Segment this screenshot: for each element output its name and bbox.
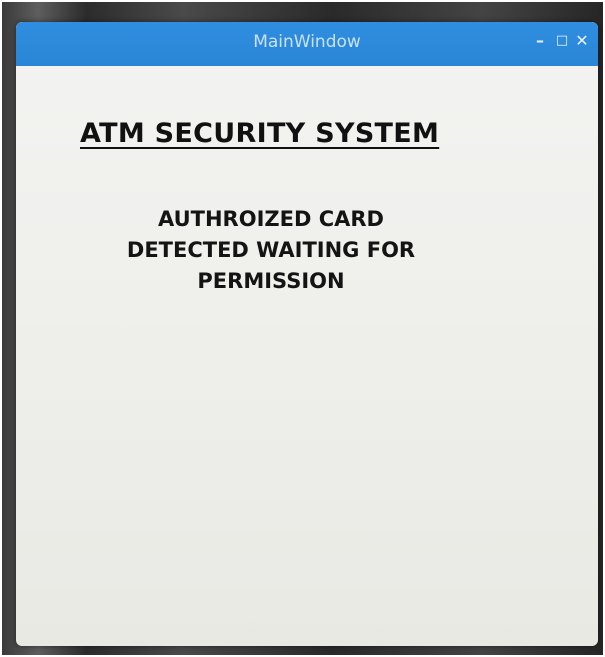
- main-window: MainWindow – □ ✕ ATM SECURITY SYSTEM AUT…: [16, 22, 598, 646]
- status-message: AUTHROIZED CARD DETECTED WAITING FOR PER…: [86, 204, 456, 297]
- close-button[interactable]: ✕: [572, 30, 592, 52]
- status-message-line-2: DETECTED WAITING FOR: [126, 238, 416, 262]
- page-title: ATM SECURITY SYSTEM: [80, 118, 440, 149]
- title-bar[interactable]: MainWindow – □ ✕: [16, 22, 598, 66]
- window-title: MainWindow: [253, 32, 361, 52]
- maximize-button[interactable]: □: [552, 30, 572, 52]
- status-message-line-3: PERMISSION: [197, 269, 345, 293]
- minimize-button[interactable]: –: [530, 30, 550, 52]
- status-message-line-1: AUTHROIZED CARD: [158, 207, 384, 231]
